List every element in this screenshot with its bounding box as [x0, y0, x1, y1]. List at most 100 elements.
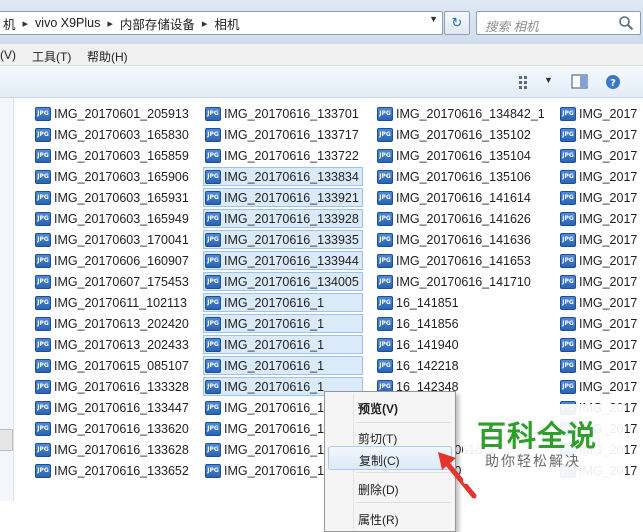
menu-item-copy[interactable]: 复制(C): [328, 446, 452, 470]
jpg-file-icon: JPG: [205, 400, 221, 415]
file-item[interactable]: JPG IMG_20170616_133722: [203, 146, 363, 165]
jpg-file-icon: JPG: [377, 232, 393, 247]
file-item[interactable]: JPG IMG_20170613_202433: [33, 335, 198, 354]
file-item[interactable]: JPG IMG_20170616_133620: [33, 419, 198, 438]
file-item[interactable]: JPG IMG_20170616_135102: [375, 125, 545, 144]
file-item[interactable]: JPGIMG_2017: [558, 251, 643, 270]
file-item[interactable]: JPG IMG_20170603_165931: [33, 188, 198, 207]
file-item[interactable]: JPG IMG_20170611_102113: [33, 293, 198, 312]
file-item[interactable]: JPG IMG_20170616_141626: [375, 209, 545, 228]
file-item[interactable]: JPGIMG_2017: [558, 209, 643, 228]
jpg-file-icon: JPG: [205, 295, 221, 310]
address-bar[interactable]: 机 ▸ vivo X9Plus ▸ 内部存储设备 ▸ 相机 ▼: [0, 11, 443, 35]
scrollbar-thumb[interactable]: [0, 429, 13, 451]
navigation-pane[interactable]: [0, 98, 14, 501]
breadcrumb-separator-icon[interactable]: ▸: [197, 17, 213, 30]
file-item[interactable]: JPG IMG_20170616_141636: [375, 230, 545, 249]
file-item[interactable]: JPG IMG_20170616_133328: [33, 377, 198, 396]
file-item[interactable]: JPG IMG_20170616_133447: [33, 398, 198, 417]
file-item[interactable]: JPG IMG_20170603_165830: [33, 125, 198, 144]
file-item[interactable]: JPG IMG_20170613_202420: [33, 314, 198, 333]
file-item[interactable]: JPG IMG_20170616_133921: [203, 188, 363, 207]
file-item[interactable]: JPG 16_141856: [375, 314, 545, 333]
file-item[interactable]: JPG IMG_20170616_135104: [375, 146, 545, 165]
menu-item-label: 删除(D): [358, 483, 399, 497]
file-item[interactable]: JPGIMG_2017: [558, 125, 643, 144]
file-item[interactable]: JPG IMG_20170616_134005: [203, 272, 363, 291]
file-name: IMG_20170603_170041: [54, 232, 189, 247]
file-item[interactable]: JPG IMG_20170616_133944: [203, 251, 363, 270]
search-icon[interactable]: [618, 15, 634, 31]
refresh-button[interactable]: ↻: [444, 11, 470, 35]
breadcrumb-computer[interactable]: 机: [1, 14, 18, 33]
file-item[interactable]: JPGIMG_2017: [558, 335, 643, 354]
file-item[interactable]: JPG IMG_20170601_205913: [33, 104, 198, 123]
menu-item-preview[interactable]: 预览(V): [328, 395, 452, 419]
view-options-icon[interactable]: [518, 74, 536, 90]
menu-item-properties[interactable]: 属性(R): [328, 506, 452, 530]
file-name: IMG_2017: [579, 232, 638, 247]
file-item[interactable]: JPG IMG_20170616_133834: [203, 167, 363, 186]
file-item[interactable]: JPG IMG_20170616_133701: [203, 104, 363, 123]
file-item[interactable]: JPG IMG_20170606_160907: [33, 251, 198, 270]
search-placeholder: 搜索 相机: [485, 20, 539, 34]
breadcrumb-storage[interactable]: 内部存储设备: [118, 14, 197, 33]
svg-text:?: ?: [610, 78, 616, 89]
help-icon[interactable]: ?: [605, 74, 621, 90]
file-item[interactable]: JPGIMG_2017: [558, 104, 643, 123]
file-item[interactable]: JPG IMG_20170616_141710: [375, 272, 545, 291]
file-name: IMG_20170616_1: [224, 400, 325, 415]
file-item[interactable]: JPGIMG_2017: [558, 167, 643, 186]
file-item[interactable]: JPGIMG_2017: [558, 314, 643, 333]
menu-view[interactable]: (V): [0, 48, 16, 62]
menu-tools[interactable]: 工具(T): [32, 48, 71, 65]
file-item[interactable]: JPGIMG_20170616_1: [203, 335, 363, 354]
file-item[interactable]: JPGIMG_2017: [558, 356, 643, 375]
file-item[interactable]: JPG IMG_20170603_165906: [33, 167, 198, 186]
file-item[interactable]: JPG IMG_20170616_133935: [203, 230, 363, 249]
jpg-file-icon: JPG: [205, 232, 221, 247]
file-name: IMG_20170616_135102: [396, 127, 531, 142]
view-dropdown-icon[interactable]: ▼: [544, 75, 553, 85]
menu-item-delete[interactable]: 删除(D): [328, 476, 452, 500]
file-item[interactable]: JPG IMG_20170616_134842_1: [375, 104, 545, 123]
jpg-file-icon: JPG: [205, 253, 221, 268]
file-item[interactable]: JPG 16_141940: [375, 335, 545, 354]
file-item[interactable]: JPG IMG_20170615_085107: [33, 356, 198, 375]
file-item[interactable]: JPGIMG_20170616_1: [203, 314, 363, 333]
file-item[interactable]: JPGIMG_2017: [558, 377, 643, 396]
file-item[interactable]: JPG IMG_20170603_165859: [33, 146, 198, 165]
breadcrumb-device[interactable]: vivo X9Plus: [33, 16, 102, 30]
file-item[interactable]: JPG IMG_20170616_141614: [375, 188, 545, 207]
file-item[interactable]: JPGIMG_20170616_1: [203, 356, 363, 375]
file-item[interactable]: JPG 16_142218: [375, 356, 545, 375]
refresh-icon: ↻: [451, 15, 463, 30]
file-item[interactable]: JPG 16_141851: [375, 293, 545, 312]
file-item[interactable]: JPGIMG_20170616_1: [203, 293, 363, 312]
file-item[interactable]: JPG IMG_20170616_133928: [203, 209, 363, 228]
file-item[interactable]: JPGIMG_2017: [558, 293, 643, 312]
file-item[interactable]: JPG IMG_20170607_175453: [33, 272, 198, 291]
file-item[interactable]: JPG IMG_20170616_135106: [375, 167, 545, 186]
file-item[interactable]: JPG IMG_20170603_170041: [33, 230, 198, 249]
jpg-file-icon: JPG: [205, 274, 221, 289]
file-item[interactable]: JPGIMG_2017: [558, 230, 643, 249]
preview-pane-icon[interactable]: [571, 74, 589, 90]
breadcrumb-separator-icon[interactable]: ▸: [102, 17, 118, 30]
file-item[interactable]: JPG IMG_20170616_133628: [33, 440, 198, 459]
file-item[interactable]: JPG IMG_20170616_141653: [375, 251, 545, 270]
file-item[interactable]: JPGIMG_2017: [558, 188, 643, 207]
file-item[interactable]: JPGIMG_2017: [558, 146, 643, 165]
search-input[interactable]: 搜索 相机: [476, 11, 641, 35]
file-item[interactable]: JPGIMG_2017: [558, 272, 643, 291]
file-item[interactable]: JPG IMG_20170616_133717: [203, 125, 363, 144]
file-name: IMG_20170616_133628: [54, 442, 189, 457]
file-name: IMG_20170603_165931: [54, 190, 189, 205]
file-name: IMG_2017: [579, 253, 638, 268]
address-dropdown-icon[interactable]: ▼: [429, 14, 438, 24]
menu-help[interactable]: 帮助(H): [87, 48, 128, 65]
breadcrumb-separator-icon[interactable]: ▸: [18, 17, 34, 30]
file-item[interactable]: JPG IMG_20170603_165949: [33, 209, 198, 228]
breadcrumb-camera[interactable]: 相机: [212, 14, 241, 33]
file-item[interactable]: JPG IMG_20170616_133652: [33, 461, 198, 480]
